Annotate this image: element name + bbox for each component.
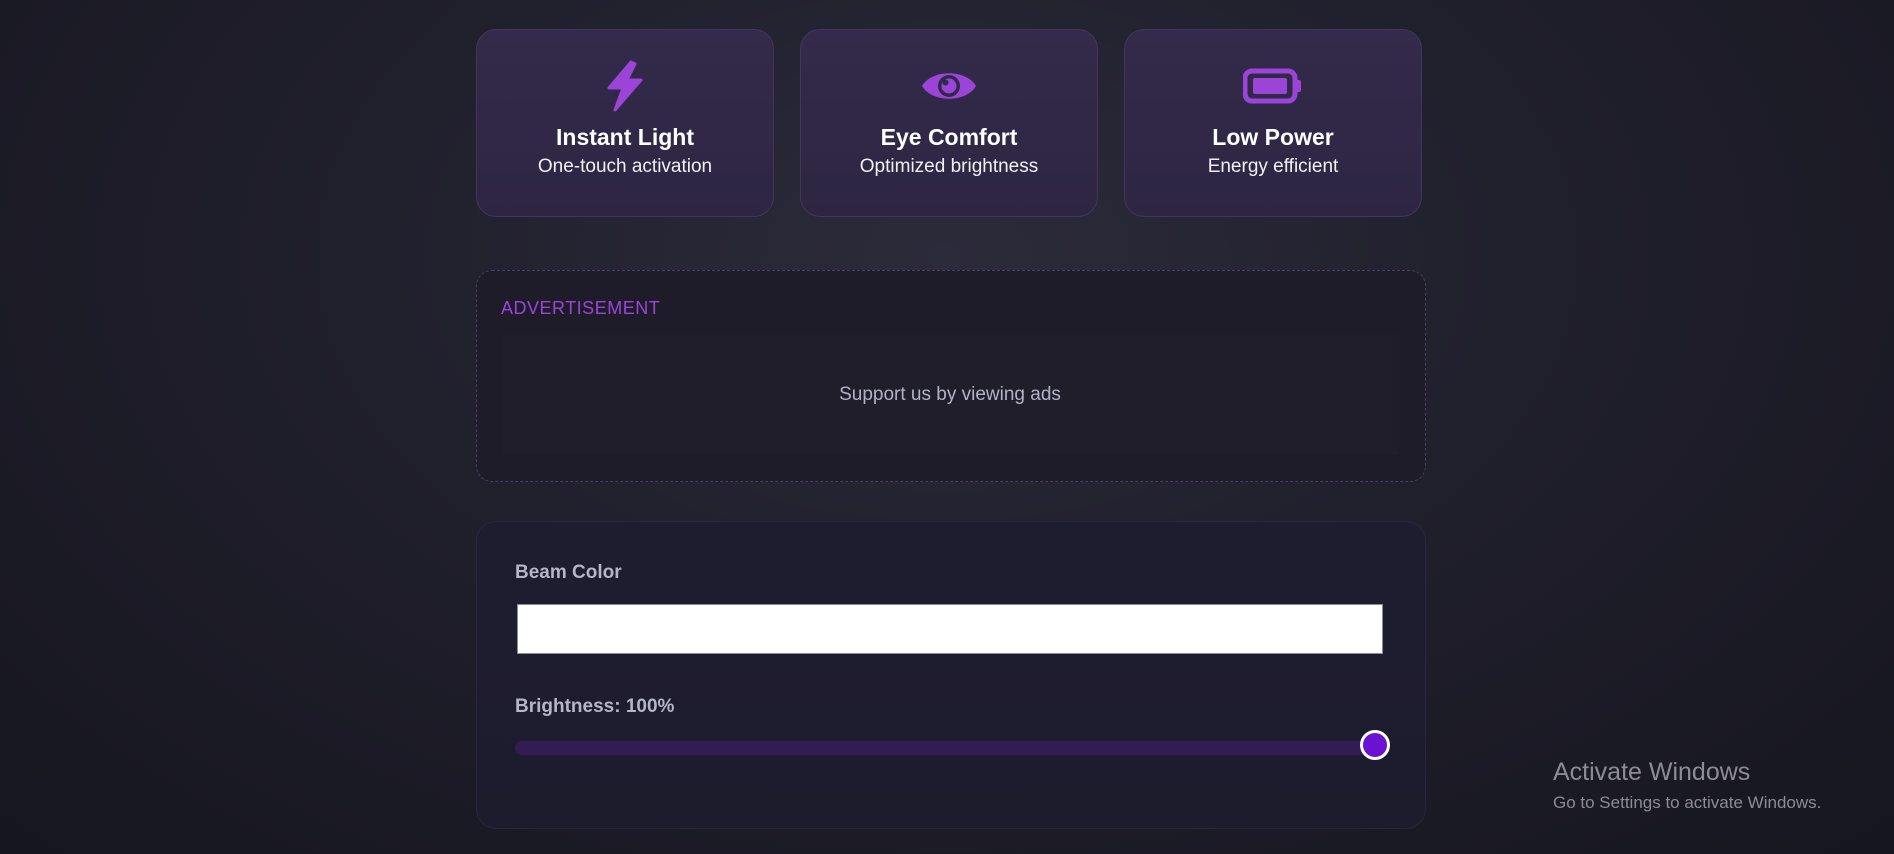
brightness-label: Brightness: 100% bbox=[515, 696, 675, 717]
beam-color-label: Beam Color bbox=[515, 562, 622, 583]
feature-subtitle: One-touch activation bbox=[537, 156, 713, 177]
feature-card-instant-light: Instant Light One-touch activation bbox=[476, 29, 774, 217]
activate-windows-subtitle: Go to Settings to activate Windows. bbox=[1553, 793, 1822, 812]
advertisement-label: ADVERTISEMENT bbox=[501, 298, 661, 318]
feature-card-low-power: Low Power Energy efficient bbox=[1124, 29, 1422, 217]
activate-windows-title: Activate Windows bbox=[1553, 758, 1751, 786]
feature-subtitle: Energy efficient bbox=[1207, 156, 1339, 177]
beam-color-input[interactable] bbox=[517, 604, 1383, 654]
bolt-icon bbox=[595, 60, 655, 112]
battery-icon bbox=[1243, 60, 1303, 112]
brightness-slider-fill bbox=[515, 741, 1375, 755]
light-controls-panel: Beam Color Brightness: 100% bbox=[476, 521, 1426, 829]
brightness-slider-track[interactable] bbox=[515, 741, 1387, 755]
feature-title: Low Power bbox=[1212, 124, 1334, 150]
feature-cards: Instant Light One-touch activation Eye C… bbox=[476, 29, 1426, 217]
feature-title: Instant Light bbox=[556, 124, 694, 150]
advertisement-box: ADVERTISEMENT Support us by viewing ads bbox=[476, 270, 1426, 482]
advertisement-slot[interactable]: Support us by viewing ads bbox=[501, 335, 1399, 455]
feature-title: Eye Comfort bbox=[880, 124, 1018, 150]
feature-subtitle: Optimized brightness bbox=[859, 156, 1039, 177]
advertisement-message: Support us by viewing ads bbox=[839, 384, 1061, 405]
brightness-slider-thumb[interactable] bbox=[1360, 730, 1390, 760]
feature-card-eye-comfort: Eye Comfort Optimized brightness bbox=[800, 29, 1098, 217]
eye-icon bbox=[919, 60, 979, 112]
